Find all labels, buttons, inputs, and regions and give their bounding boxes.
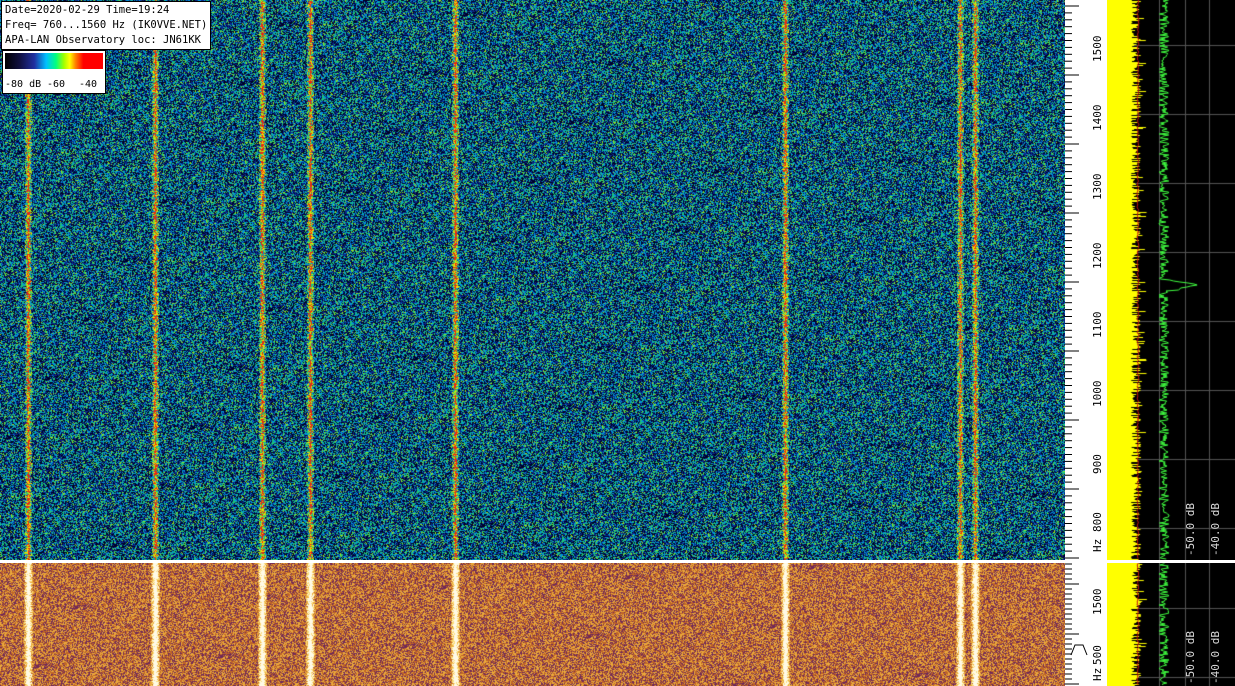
date-time-label: Date=2020-02-29 Time=19:24 [5,4,170,16]
color-scale-bar [5,53,103,69]
info-box: Date=2020-02-29 Time=19:24 Freq= 760...15… [1,1,212,50]
divider [0,560,1235,563]
axis-tick-900: 900 [1091,454,1104,474]
spectrum-bottom-label-a: -50.0 dB [1184,631,1197,684]
axis-bottom-unit: Hz [1091,667,1104,681]
wave-icon [1070,644,1088,656]
spectrum-bottom-label-b: -40.0 dB [1209,631,1222,684]
frequency-label: Freq= 760...1560 Hz (IK0VVE.NET) [5,19,208,31]
observatory-label: APA-LAN Observatory loc: JN61KK [5,34,201,46]
legend-min-label: -80 dB [5,79,42,90]
axis-tick-1400: 1400 [1091,104,1104,132]
color-legend: -80 dB -60 -40 [2,50,106,94]
axis-tick-1100: 1100 [1091,311,1104,339]
axis-tick-1200: 1200 [1091,242,1104,270]
frequency-axis-bottom: Hz 500 1500 [1065,563,1107,686]
frequency-axis-top: Hz 800 900 1000 1100 1200 1300 1400 1500 [1065,0,1107,560]
axis-tick-1000: 1000 [1091,380,1104,408]
spectrum-top-label-a: -50.0 dB [1184,503,1197,556]
axis-tick-500: 500 [1091,645,1104,665]
axis-top-ticks [1065,5,1079,559]
waterfall-top [0,0,1065,560]
waterfall-bottom [0,563,1065,686]
legend-max-label: -40 [79,79,98,90]
legend-mid-label: -60 [47,79,66,90]
axis-top-unit: Hz [1091,538,1104,552]
spectrum-top-label-b: -40.0 dB [1209,503,1222,556]
axis-tick-1500-bottom: 1500 [1091,588,1104,616]
axis-tick-1300: 1300 [1091,173,1104,201]
axis-tick-800: 800 [1091,512,1104,532]
axis-tick-1500: 1500 [1091,35,1104,63]
spectrum-panel-top [1107,0,1235,560]
